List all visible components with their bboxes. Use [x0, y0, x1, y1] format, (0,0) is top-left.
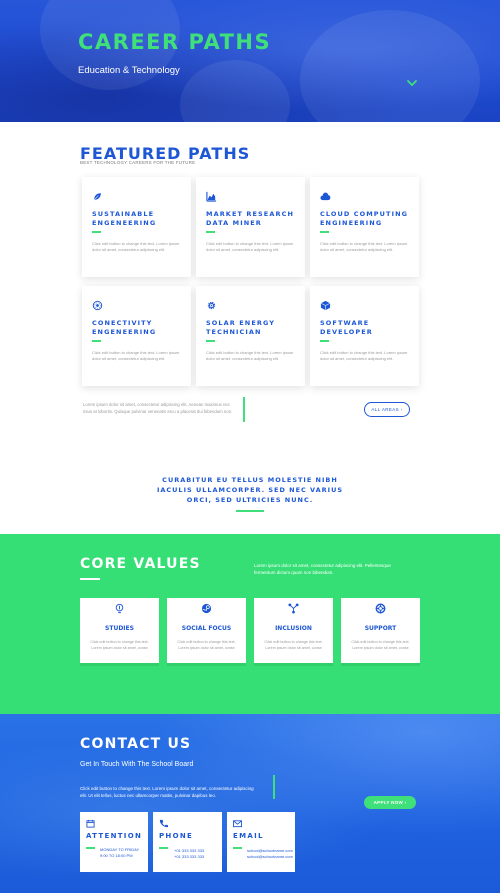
value-card-studies[interactable]: STUDIES Click edit button to change this…	[80, 598, 159, 663]
value-card-social-focus[interactable]: SOCIAL FOCUS Click edit button to change…	[167, 598, 246, 663]
core-values-title: CORE VALUES	[80, 556, 201, 572]
card-divider	[320, 340, 329, 342]
path-card-solar-energy[interactable]: SOLAR ENERGY TECHNICIAN Click edit butto…	[196, 286, 305, 386]
value-card-inclusion[interactable]: INCLUSION Click edit button to change th…	[254, 598, 333, 663]
chart-icon	[206, 191, 217, 202]
gear-icon	[207, 301, 216, 310]
contact-card-line[interactable]: school@schoolname.com	[247, 854, 293, 860]
card-divider	[92, 231, 101, 233]
contact-card-line: +01 333 333 333	[174, 848, 205, 853]
contact-card-title: ATTENTION	[86, 832, 143, 840]
value-card-text: Click edit button to change this text. L…	[351, 640, 410, 650]
calendar-icon	[86, 819, 95, 828]
contact-card-email: EMAIL school@schoolname.com school@schoo…	[227, 812, 295, 872]
contact-section: CONTACT US Get In Touch With The School …	[0, 714, 500, 893]
card-text: Click edit button to change this text. L…	[320, 241, 408, 252]
contact-card-title: EMAIL	[233, 832, 264, 840]
core-values-divider	[80, 578, 100, 580]
card-text: Click edit button to change this text. L…	[92, 350, 180, 361]
contact-title: CONTACT US	[80, 736, 192, 752]
card-divider	[320, 231, 329, 233]
contact-card-line: +01 333 333 333	[174, 854, 205, 859]
card-text: Click edit button to change this text. L…	[320, 350, 408, 361]
contact-card-divider	[86, 847, 95, 849]
all-areas-button[interactable]: ALL AREAS ›	[364, 402, 410, 417]
hero-background-shape	[180, 60, 290, 122]
contact-card-attention: ATTENTION MONDAY TO FRIDAY 9:00 TO 18:00…	[80, 812, 148, 872]
value-card-title: SOCIAL FOCUS	[181, 625, 232, 632]
card-title: SUSTAINABLE ENGENEERING	[92, 210, 157, 227]
featured-footer-text: Lorem ipsum dolor sit amet, consectetur …	[83, 402, 233, 414]
chevron-down-icon[interactable]	[406, 77, 418, 89]
value-card-text: Click edit button to change this text. L…	[177, 640, 236, 650]
core-values-section: CORE VALUES Lorem ipsum dolor sit amet, …	[0, 534, 500, 714]
path-card-cloud-computing[interactable]: CLOUD COMPUTING ENGINEERING Click edit b…	[310, 177, 419, 277]
value-card-text: Click edit button to change this text. L…	[90, 640, 149, 650]
hero-subtitle: Education & Technology	[78, 65, 180, 76]
steam-icon	[201, 603, 212, 614]
path-card-market-research[interactable]: MARKET RESEARCH DATA MINER Click edit bu…	[196, 177, 305, 277]
contact-card-line: MONDAY TO FRIDAY	[100, 847, 140, 852]
contact-card-line[interactable]: school@schoolname.com	[247, 848, 293, 854]
hero-section: CAREER PATHS Education & Technology	[0, 0, 500, 122]
card-title: CLOUD COMPUTING ENGINEERING	[320, 210, 409, 227]
page-title: CAREER PATHS	[78, 30, 272, 54]
divider-line	[243, 397, 245, 422]
core-values-text: Lorem ipsum dolor sit amet, consectetur …	[254, 563, 391, 575]
leaf-icon	[93, 192, 102, 201]
contact-card-line: 9:00 TO 18:00 PM	[100, 853, 133, 858]
contact-card-divider	[159, 847, 168, 849]
contact-card-phone: PHONE +01 333 333 333 +01 333 333 333	[153, 812, 222, 872]
cloud-icon	[320, 192, 331, 201]
card-title: SOFTWARE DEVELOPER	[320, 319, 373, 336]
card-divider	[92, 340, 101, 342]
value-card-support[interactable]: SUPPORT Click edit button to change this…	[341, 598, 420, 663]
contact-subtitle: Get In Touch With The School Board	[80, 761, 194, 768]
quote-divider	[236, 510, 264, 512]
contact-text: Click edit button to change this text. L…	[80, 786, 254, 798]
lightbulb-icon	[115, 603, 124, 614]
value-card-text: Click edit button to change this text. L…	[264, 640, 323, 650]
card-title: SOLAR ENERGY TECHNICIAN	[206, 319, 276, 336]
contact-card-divider	[233, 847, 242, 849]
card-divider	[206, 231, 215, 233]
value-card-title: SUPPORT	[364, 625, 397, 632]
value-card-title: INCLUSION	[275, 625, 312, 632]
phone-icon	[159, 819, 168, 828]
path-card-sustainable[interactable]: SUSTAINABLE ENGENEERING Click edit butto…	[82, 177, 191, 277]
card-text: Click edit button to change this text. L…	[206, 241, 294, 252]
featured-subtitle: BEST TECHNOLOGY CAREERS FOR THE FUTURE	[80, 160, 196, 165]
network-icon	[92, 300, 103, 311]
value-card-title: STUDIES	[105, 625, 134, 632]
cube-icon	[320, 300, 331, 311]
card-divider	[206, 340, 215, 342]
path-card-conectivity[interactable]: CONECTIVITY ENGENEERING Click edit butto…	[82, 286, 191, 386]
lifebuoy-icon	[375, 603, 386, 614]
mail-icon	[233, 820, 242, 828]
card-title: CONECTIVITY ENGENEERING	[92, 319, 157, 336]
apply-now-button[interactable]: APPLY NOW ›	[364, 796, 416, 809]
contact-card-title: PHONE	[159, 832, 194, 840]
hero-background-shape	[300, 10, 480, 122]
divider-line	[273, 775, 275, 799]
card-title: MARKET RESEARCH DATA MINER	[206, 210, 294, 227]
quote-text: CURABITUR EU TELLUS MOLESTIE NIBH IACULI…	[156, 476, 344, 504]
path-card-software-developer[interactable]: SOFTWARE DEVELOPER Click edit button to …	[310, 286, 419, 386]
card-text: Click edit button to change this text. L…	[92, 241, 180, 252]
card-text: Click edit button to change this text. L…	[206, 350, 294, 361]
connection-icon	[288, 603, 299, 614]
